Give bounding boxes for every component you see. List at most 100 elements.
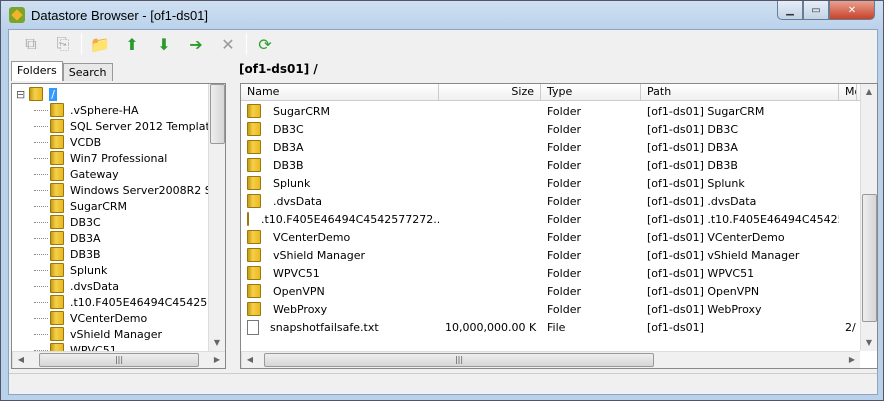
cell-path: [of1-ds01] .dvsData — [647, 194, 757, 208]
scroll-left-icon[interactable]: ◀ — [13, 352, 29, 368]
register-vm-button[interactable]: ➔ — [180, 32, 212, 56]
new-folder-button[interactable]: 📁 — [84, 32, 116, 56]
minimize-button[interactable]: ▁ — [777, 1, 803, 20]
cell-name-text: DB3A — [273, 140, 304, 154]
tree-root[interactable]: ⊟ / — [16, 86, 57, 102]
table-row[interactable]: WebProxy Folder [of1-ds01] WebProxy — [241, 300, 861, 318]
table-row[interactable]: VCenterDemo Folder [of1-ds01] VCenterDemo — [241, 228, 861, 246]
vertical-scrollbar[interactable]: ▲▼ — [208, 84, 225, 351]
column-mo[interactable]: Mo — [839, 84, 857, 100]
tree-item[interactable]: Windows Server2008R2 Std — [34, 182, 223, 198]
column-path[interactable]: Path — [641, 84, 839, 100]
scroll-up-icon[interactable]: ▲ — [861, 84, 877, 100]
table-row[interactable]: .dvsData Folder [of1-ds01] .dvsData — [241, 192, 861, 210]
tree-item[interactable]: Win7 Professional — [34, 150, 167, 166]
tree-item[interactable]: vShield Manager — [34, 326, 162, 342]
tree-item[interactable]: VCDB — [34, 134, 101, 150]
tree-item[interactable]: SugarCRM — [34, 198, 127, 214]
refresh-button[interactable]: ⟳ — [249, 32, 281, 56]
scrollbar-thumb[interactable]: ||| — [264, 353, 654, 367]
tree-item-label: VCDB — [70, 135, 102, 149]
cell-name-text: DB3B — [273, 158, 304, 172]
scroll-right-icon[interactable]: ▶ — [209, 352, 225, 368]
tree-item[interactable]: SQL Server 2012 Template — [34, 118, 217, 134]
tree-line — [34, 237, 48, 239]
tree-item[interactable]: Splunk — [34, 262, 107, 278]
cell-size: 10,000,000.00 K — [445, 320, 537, 334]
tree-line — [34, 253, 48, 255]
cell-path: [of1-ds01] WebProxy — [647, 302, 762, 316]
tree-item[interactable]: VCenterDemo — [34, 310, 147, 326]
tree-item[interactable]: DB3C — [34, 214, 101, 230]
tree-item[interactable]: .dvsData — [34, 278, 119, 294]
vertical-scrollbar[interactable]: ▲▼ — [860, 84, 877, 351]
cell-name: DB3A — [241, 140, 439, 154]
scroll-left-icon[interactable]: ◀ — [242, 352, 258, 368]
table-row[interactable]: DB3B Folder [of1-ds01] DB3B — [241, 156, 861, 174]
copy-button[interactable]: ⧉ — [15, 32, 47, 56]
tree-item[interactable]: Gateway — [34, 166, 119, 182]
tree-line — [34, 269, 48, 271]
upload-button[interactable]: ⬆ — [116, 32, 148, 56]
maximize-button[interactable]: ▭ — [803, 1, 829, 20]
file-list[interactable]: NameSizeTypePathMo SugarCRM Folder [of1-ds0… — [240, 83, 878, 369]
column-size[interactable]: Size — [439, 84, 541, 100]
tree-item[interactable]: DB3B — [34, 246, 101, 262]
download-icon: ⬇ — [157, 34, 171, 54]
table-row[interactable]: DB3A Folder [of1-ds01] DB3A — [241, 138, 861, 156]
cell-name-text: DB3C — [273, 122, 304, 136]
horizontal-scrollbar[interactable]: ◀ ▶ ||| — [241, 351, 860, 368]
scroll-down-icon[interactable]: ▼ — [209, 335, 225, 351]
table-row[interactable]: snapshotfailsafe.txt 10,000,000.00 K File [… — [241, 318, 861, 336]
scroll-down-icon[interactable]: ▼ — [861, 335, 877, 351]
table-row[interactable]: OpenVPN Folder [of1-ds01] OpenVPN — [241, 282, 861, 300]
folder-icon — [247, 302, 261, 316]
cell-type: Folder — [547, 302, 581, 316]
cell-name-text: Splunk — [273, 176, 311, 190]
horizontal-scrollbar[interactable]: ◀ ▶ ||| — [12, 351, 225, 368]
folder-icon — [247, 158, 261, 172]
tree-item[interactable]: .vSphere-HA — [34, 102, 139, 118]
table-row[interactable]: WPVC51 Folder [of1-ds01] WPVC51 — [241, 264, 861, 282]
new-folder-icon: 📁 — [90, 34, 110, 54]
column-name[interactable]: Name — [241, 84, 439, 100]
tree-item[interactable]: .t10.F405E46494C45425772 — [34, 294, 226, 310]
tree-line — [34, 205, 48, 207]
tree-item[interactable]: DB3A — [34, 230, 101, 246]
column-header: NameSizeTypePathMo — [241, 84, 861, 101]
cell-name: OpenVPN — [241, 284, 439, 298]
table-row[interactable]: .t10.F405E46494C4542577272... Folder [of1-… — [241, 210, 861, 228]
toolbar-separator — [81, 33, 82, 55]
folder-icon — [247, 122, 261, 136]
scrollbar-thumb[interactable] — [210, 84, 225, 144]
close-button[interactable]: ✕ — [829, 1, 875, 20]
move-button[interactable]: ⎘ — [47, 32, 79, 56]
client-area: ⧉ ⎘ 📁 ⬆ ⬇ ➔ ✕ ⟳ Folders Search ⊟ / .vSphere-HA SQL … — [8, 29, 878, 395]
title-bar: Datastore Browser - [of1-ds01] — [9, 5, 208, 25]
delete-icon: ✕ — [221, 34, 235, 54]
folder-icon — [247, 212, 249, 226]
cell-path: [of1-ds01] OpenVPN — [647, 284, 760, 298]
folder-icon — [50, 167, 64, 181]
scrollbar-thumb[interactable]: ||| — [39, 353, 199, 367]
scrollbar-thumb[interactable] — [862, 194, 877, 322]
column-type[interactable]: Type — [541, 84, 641, 100]
folder-icon — [50, 151, 64, 165]
table-row[interactable]: SugarCRM Folder [of1-ds01] SugarCRM — [241, 102, 861, 120]
tree-line — [34, 157, 48, 159]
tree-item-label: SQL Server 2012 Template — [70, 119, 217, 133]
scroll-right-icon[interactable]: ▶ — [844, 352, 860, 368]
tab-folders[interactable]: Folders — [11, 61, 63, 81]
folder-tree[interactable]: ⊟ / .vSphere-HA SQL Server 2012 Template VCD… — [11, 83, 226, 369]
table-row[interactable]: Splunk Folder [of1-ds01] Splunk — [241, 174, 861, 192]
tree-item-label: Win7 Professional — [70, 151, 168, 165]
tab-search[interactable]: Search — [62, 63, 113, 81]
download-button[interactable]: ⬇ — [148, 32, 180, 56]
tree-item-label: .t10.F405E46494C45425772 — [70, 295, 226, 309]
table-row[interactable]: DB3C Folder [of1-ds01] DB3C — [241, 120, 861, 138]
collapse-icon[interactable]: ⊟ — [16, 88, 25, 101]
cell-name: WPVC51 — [241, 266, 439, 280]
table-row[interactable]: vShield Manager Folder [of1-ds01] vShield … — [241, 246, 861, 264]
delete-button[interactable]: ✕ — [212, 32, 244, 56]
copy-icon: ⧉ — [25, 34, 37, 53]
